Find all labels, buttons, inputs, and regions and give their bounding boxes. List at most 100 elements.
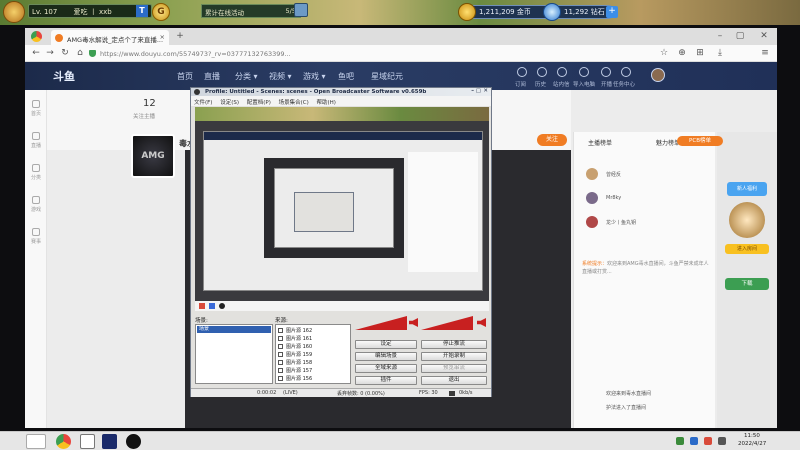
toolbar-icon[interactable] (199, 303, 205, 309)
message-icon[interactable] (557, 67, 567, 77)
map-icon[interactable] (294, 3, 308, 17)
menu-icon[interactable]: ≡ (760, 48, 770, 58)
obs-menu-settings[interactable]: 设定(S) (220, 100, 239, 106)
download-icon[interactable]: ⤓ (715, 48, 725, 58)
left-nav-category[interactable]: 分类 (27, 164, 45, 181)
source-checkbox[interactable] (278, 368, 283, 373)
rank-tab-streamer[interactable]: 主播榜单 (588, 138, 612, 147)
toolbar-icon[interactable] (219, 303, 225, 309)
nav-live[interactable]: 直播 (204, 71, 220, 82)
close-window-button[interactable]: ✕ (759, 31, 769, 41)
tray-icon[interactable] (704, 437, 712, 445)
scenes-list[interactable]: 场景 (195, 324, 273, 384)
source-item[interactable]: 图片源 162 (278, 327, 312, 334)
tab-close-icon[interactable]: × (160, 33, 165, 41)
new-tab-button[interactable]: + (175, 31, 185, 41)
obs-menu-file[interactable]: 文件(F) (194, 100, 212, 106)
source-item[interactable]: 图片源 156 (278, 375, 312, 382)
side-badge[interactable]: 新人福利 (727, 182, 767, 196)
source-checkbox[interactable] (278, 328, 283, 333)
obs-stop-stream-button[interactable]: 停止推流 (421, 340, 487, 349)
start-button[interactable] (26, 434, 46, 449)
preview-nested-page (203, 131, 483, 291)
extensions-icon[interactable]: ⊕ (677, 48, 687, 58)
nav-yuba[interactable]: 鱼吧 (338, 71, 354, 82)
import-icon[interactable] (579, 67, 589, 77)
side-enter-label[interactable]: 进入房间 (725, 244, 769, 254)
tray-icon[interactable] (690, 437, 698, 445)
nav-video[interactable]: 视频 ▾ (269, 71, 292, 82)
obs-global-sources-button[interactable]: 全域来源 (355, 364, 417, 373)
nav-star[interactable]: 星域纪元 (371, 71, 403, 82)
task-icon[interactable] (621, 67, 631, 77)
home-icon[interactable]: ⌂ (75, 48, 85, 58)
obs-exit-button[interactable]: 退出 (421, 376, 487, 385)
obs-close[interactable]: ✕ (483, 88, 488, 94)
obs-preview-stream-button[interactable]: 预览串流 (421, 364, 487, 373)
obs-taskbar-icon[interactable] (126, 434, 141, 449)
tray-icon[interactable] (718, 437, 726, 445)
reload-icon[interactable]: ↻ (60, 48, 70, 58)
scene-item[interactable]: 场景 (197, 326, 271, 333)
streamer-avatar[interactable]: AMG (131, 134, 175, 178)
source-item[interactable]: 图片源 159 (278, 351, 312, 358)
obs-start-record-button[interactable]: 开始录制 (421, 352, 487, 361)
obs-edit-scene-button[interactable]: 编辑场景 (355, 352, 417, 361)
subscribe-icon[interactable] (517, 67, 527, 77)
obs-menu-profile[interactable]: 配置档(P) (247, 100, 271, 106)
game-taskbar-icon[interactable] (80, 434, 95, 449)
room-follow-button[interactable]: 关注 (537, 134, 567, 146)
obs-settings-button[interactable]: 设定 (355, 340, 417, 349)
side-download-button[interactable]: 下载 (725, 278, 769, 290)
tab-douyu[interactable]: AMG毒水解说_定点个了来直播... × (51, 30, 169, 45)
obs-menu-help[interactable]: 帮助(H) (317, 100, 336, 106)
toolbar-icon[interactable] (209, 303, 215, 309)
history-icon[interactable] (537, 67, 547, 77)
snowflake-taskbar-icon[interactable] (102, 434, 117, 449)
nav-category[interactable]: 分类 ▾ (235, 71, 258, 82)
tray-icon[interactable] (676, 437, 684, 445)
left-nav-game[interactable]: 游戏 (27, 196, 45, 213)
source-item[interactable]: 图片源 160 (278, 343, 312, 350)
pcb-rank-button[interactable]: PCB榜单 (677, 136, 723, 146)
source-checkbox[interactable] (278, 360, 283, 365)
site-logo[interactable]: 斗鱼 (53, 68, 91, 84)
obs-plugins-button[interactable]: 插件 (355, 376, 417, 385)
forward-icon[interactable]: → (45, 48, 55, 58)
source-item[interactable]: 图片源 157 (278, 367, 312, 374)
url-field[interactable]: https://www.douyu.com/5574973?_rv=037771… (88, 47, 648, 60)
t-icon[interactable]: T (136, 5, 148, 17)
obs-maximize[interactable]: ▢ (476, 88, 481, 94)
bookmark-star-icon[interactable]: ☆ (659, 48, 669, 58)
user-avatar[interactable] (651, 68, 665, 82)
left-nav-match[interactable]: 赛事 (27, 228, 45, 245)
desktop-speaker-icon[interactable] (477, 318, 486, 327)
browser-logo-icon[interactable] (31, 31, 42, 42)
obs-menu-scenes[interactable]: 场景集合(C) (279, 100, 309, 106)
nav-game[interactable]: 游戏 ▾ (303, 71, 326, 82)
secure-shield-icon (89, 50, 96, 57)
side-portrait[interactable] (729, 202, 765, 238)
add-currency-button[interactable]: + (606, 6, 618, 18)
source-checkbox[interactable] (278, 352, 283, 357)
left-nav-live[interactable]: 直播 (27, 132, 45, 149)
source-checkbox[interactable] (278, 336, 283, 341)
nav-home[interactable]: 首页 (177, 71, 193, 82)
event-box[interactable]: 累计在线活动 5/5 (201, 4, 301, 18)
minimize-button[interactable]: – (715, 31, 725, 41)
diamond-counter: 11,292 钻石 + (543, 3, 618, 21)
source-item[interactable]: 图片源 158 (278, 359, 312, 366)
browser-taskbar-icon[interactable] (56, 434, 71, 449)
source-checkbox[interactable] (278, 376, 283, 381)
apps-grid-icon[interactable]: ⊞ (695, 48, 705, 58)
obs-preview[interactable] (195, 121, 489, 301)
broadcast-icon[interactable] (601, 67, 611, 77)
obs-minimize[interactable]: – (471, 88, 474, 94)
sources-list[interactable]: 图片源 162 图片源 161 图片源 160 图片源 159 图片源 158 … (275, 324, 351, 384)
g-coin-icon[interactable]: G (152, 3, 170, 21)
source-checkbox[interactable] (278, 344, 283, 349)
source-item[interactable]: 图片源 161 (278, 335, 312, 342)
back-icon[interactable]: ← (31, 48, 41, 58)
maximize-button[interactable]: ▢ (735, 31, 745, 41)
left-nav-home[interactable]: 首页 (27, 100, 45, 117)
